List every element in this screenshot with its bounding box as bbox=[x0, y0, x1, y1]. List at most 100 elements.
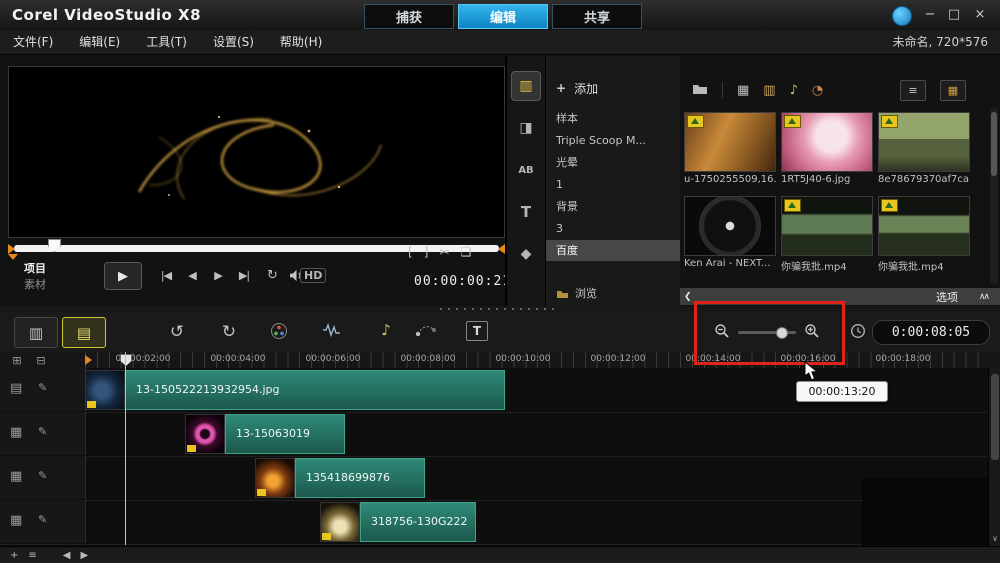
menu-edit[interactable]: 编辑(E) bbox=[66, 30, 133, 54]
enlarge-preview-icon[interactable]: ❏ bbox=[460, 245, 471, 259]
play-button[interactable]: ▶ bbox=[104, 262, 142, 290]
nav-item-triplescoop[interactable]: Triple Scoop M... bbox=[546, 130, 680, 151]
track-manager-icon[interactable]: ⊞ bbox=[8, 353, 26, 367]
add-folder-button[interactable]: + 添加 bbox=[546, 76, 680, 100]
next-frame-button[interactable]: ▶ bbox=[206, 266, 230, 284]
split-clip-icon[interactable]: ✂ bbox=[439, 245, 449, 259]
video-track-header[interactable]: ▤ ✎ bbox=[0, 368, 86, 411]
playhead-handle[interactable] bbox=[120, 354, 132, 366]
media-thumbnail[interactable]: 8e78679370af7ca... bbox=[878, 112, 970, 192]
menu-help[interactable]: 帮助(H) bbox=[267, 30, 335, 54]
mark-in-button[interactable]: [ bbox=[408, 245, 413, 259]
motion-track-icon[interactable] bbox=[416, 322, 436, 340]
media-thumbnail[interactable]: 你骗我批.mp4 bbox=[878, 196, 970, 276]
zoom-out-icon[interactable] bbox=[714, 323, 730, 342]
media-thumbnail[interactable]: u-1750255509,16... bbox=[684, 112, 776, 192]
zoom-slider[interactable] bbox=[738, 331, 796, 334]
globe-icon[interactable] bbox=[892, 6, 912, 26]
scroll-left-icon[interactable]: ◀ bbox=[63, 550, 71, 561]
track-list-icon[interactable]: ≡ bbox=[28, 550, 36, 561]
add-track-icon[interactable]: + bbox=[10, 550, 18, 561]
tab-capture[interactable]: 捕获 bbox=[364, 4, 454, 29]
options-back-icon[interactable]: ❮ bbox=[684, 292, 692, 302]
gallery-scrollbar[interactable] bbox=[990, 108, 998, 284]
storyboard-view-button[interactable]: ▥ bbox=[14, 317, 58, 348]
track-edit-icon[interactable]: ✎ bbox=[38, 469, 47, 482]
transition-icon[interactable]: AB bbox=[512, 156, 540, 184]
timeline-clip[interactable]: 135418699876 bbox=[295, 458, 425, 498]
duration-clock-icon[interactable] bbox=[850, 323, 866, 342]
overlay-track-header[interactable]: ▦ ✎ bbox=[0, 412, 86, 455]
zoom-slider-handle[interactable] bbox=[776, 327, 788, 339]
go-end-button[interactable]: ▶| bbox=[232, 266, 256, 284]
scroll-right-icon[interactable]: ▶ bbox=[80, 550, 88, 561]
maximize-button[interactable]: □ bbox=[942, 0, 966, 28]
track-collapse-icon[interactable]: ⊟ bbox=[32, 353, 50, 367]
timeline-ruler[interactable]: 00:00:02:00 00:00:04:00 00:00:06:00 00:0… bbox=[85, 352, 988, 368]
options-collapse-icon[interactable]: ∧∧ bbox=[979, 292, 988, 302]
mode-project-label[interactable]: 项目 bbox=[24, 260, 46, 276]
hd-badge[interactable]: HD bbox=[300, 268, 326, 283]
clip-thumbnail[interactable] bbox=[185, 414, 225, 454]
browse-button[interactable]: 浏览 bbox=[546, 282, 680, 304]
nav-item-1[interactable]: 1 bbox=[546, 174, 680, 195]
overlay-track-icon[interactable]: ▦ bbox=[10, 425, 22, 440]
tracks-scrollbar[interactable]: ∨ bbox=[988, 368, 1000, 546]
menu-file[interactable]: 文件(F) bbox=[0, 30, 66, 54]
track-edit-icon[interactable]: ✎ bbox=[38, 513, 47, 526]
undo-button[interactable]: ↺ bbox=[164, 319, 190, 345]
mark-out-button[interactable]: ] bbox=[424, 245, 429, 259]
nav-item-samples[interactable]: 样本 bbox=[546, 108, 680, 129]
timeline-clip[interactable]: 318756-130G222 bbox=[360, 502, 476, 542]
grid-view-button[interactable]: ▦ bbox=[940, 80, 966, 101]
record-capture-icon[interactable] bbox=[270, 322, 290, 344]
instant-project-icon[interactable]: ◨ bbox=[512, 114, 540, 142]
overlay-track-header[interactable]: ▦ ✎ bbox=[0, 456, 86, 499]
media-library-icon[interactable]: ▥ bbox=[512, 72, 540, 100]
tracks-scrollbar-thumb[interactable] bbox=[991, 374, 999, 460]
nav-item-background[interactable]: 背景 bbox=[546, 196, 680, 217]
menu-tools[interactable]: 工具(T) bbox=[133, 30, 200, 54]
scroll-down-icon[interactable]: ∨ bbox=[989, 532, 1000, 544]
sound-mixer-icon[interactable] bbox=[322, 322, 342, 341]
preview-video[interactable] bbox=[8, 66, 505, 238]
list-view-button[interactable]: ≡ bbox=[900, 80, 926, 101]
gallery-scrollbar-thumb[interactable] bbox=[991, 112, 997, 176]
filter-audio-icon[interactable]: ♪ bbox=[790, 83, 798, 98]
options-label[interactable]: 选项 bbox=[936, 289, 958, 305]
media-thumbnail[interactable]: Ken Arai - NEXT... bbox=[684, 196, 776, 276]
subtitle-editor-icon[interactable]: T bbox=[466, 321, 488, 341]
filter-photo-icon[interactable]: ▥ bbox=[763, 83, 775, 98]
close-button[interactable]: × bbox=[968, 0, 992, 28]
go-start-button[interactable]: |◀ bbox=[154, 266, 178, 284]
track-edit-icon[interactable]: ✎ bbox=[38, 381, 47, 394]
track-edit-icon[interactable]: ✎ bbox=[38, 425, 47, 438]
clip-thumbnail[interactable] bbox=[85, 370, 125, 410]
media-thumbnail[interactable]: 1RT5J40-6.jpg bbox=[781, 112, 873, 192]
nav-item-flare[interactable]: 光晕 bbox=[546, 152, 680, 173]
graphics-icon[interactable]: ◆ bbox=[512, 240, 540, 268]
clip-thumbnail[interactable] bbox=[320, 502, 360, 542]
nav-item-baidu[interactable]: 百度 bbox=[546, 240, 680, 261]
timeline-view-button[interactable]: ▤ bbox=[62, 317, 106, 348]
nav-item-3[interactable]: 3 bbox=[546, 218, 680, 239]
timeline-clip[interactable]: 13-150522213932954.jpg bbox=[125, 370, 505, 410]
media-thumbnail[interactable]: 你骗我批.mp4 bbox=[781, 196, 873, 276]
mode-clip-label[interactable]: 素材 bbox=[24, 276, 46, 292]
overlay-track-icon[interactable]: ▦ bbox=[10, 513, 22, 528]
overlay-track-icon[interactable]: ▦ bbox=[10, 469, 22, 484]
zoom-in-icon[interactable] bbox=[804, 323, 820, 342]
repeat-button[interactable]: ↻ bbox=[260, 266, 284, 284]
filter-video-icon[interactable]: ◔ bbox=[812, 83, 823, 98]
prev-frame-button[interactable]: ◀ bbox=[180, 266, 204, 284]
auto-music-icon[interactable]: ♪ bbox=[376, 319, 396, 341]
menu-settings[interactable]: 设置(S) bbox=[200, 30, 267, 54]
timeline-clip[interactable]: 13-15063019 bbox=[225, 414, 345, 454]
trim-start-marker-icon[interactable] bbox=[8, 244, 15, 254]
tab-share[interactable]: 共享 bbox=[552, 4, 642, 29]
clip-thumbnail[interactable] bbox=[255, 458, 295, 498]
filter-all-icon[interactable]: ▦ bbox=[737, 83, 749, 98]
playhead-line[interactable] bbox=[125, 352, 126, 545]
import-folder-icon[interactable] bbox=[692, 82, 708, 99]
overlay-track-header[interactable]: ▦ ✎ bbox=[0, 500, 86, 543]
